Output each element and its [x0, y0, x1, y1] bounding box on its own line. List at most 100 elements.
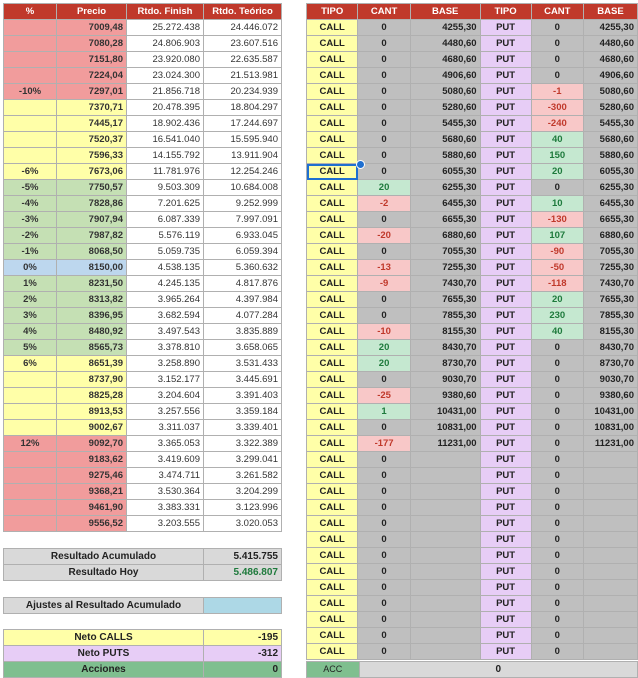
precio-cell[interactable]: 7445,17 [56, 115, 127, 132]
rtdo-teorico-cell[interactable]: 13.911.904 [203, 147, 282, 164]
call-cant-cell[interactable]: 0 [357, 611, 411, 628]
pct-cell[interactable] [3, 51, 57, 68]
call-base-cell[interactable] [409, 579, 481, 596]
put-cant-cell[interactable]: 0 [530, 35, 584, 52]
put-base-cell[interactable] [582, 611, 638, 628]
pct-cell[interactable] [3, 147, 57, 164]
call-cant-cell[interactable]: 0 [357, 643, 411, 660]
call-cant-cell[interactable]: 0 [357, 515, 411, 532]
pct-cell[interactable]: -4% [3, 195, 57, 212]
put-tipo-cell[interactable]: PUT [479, 579, 532, 596]
put-base-cell[interactable] [582, 627, 638, 644]
put-base-cell[interactable]: 11231,00 [582, 435, 638, 452]
put-base-cell[interactable] [582, 595, 638, 612]
neto-puts-value[interactable]: -312 [203, 645, 282, 662]
pct-cell[interactable]: -5% [3, 179, 57, 196]
put-cant-cell[interactable]: 0 [530, 339, 584, 356]
rtdo-finish-cell[interactable]: 6.087.339 [126, 211, 204, 228]
call-tipo-cell[interactable]: CALL [305, 243, 359, 260]
rtdo-teorico-cell[interactable]: 12.254.246 [203, 163, 282, 180]
put-tipo-cell[interactable]: PUT [479, 275, 532, 292]
precio-cell[interactable]: 7009,48 [56, 19, 127, 36]
put-cant-cell[interactable]: 0 [530, 67, 584, 84]
put-cant-cell[interactable]: 230 [530, 307, 584, 324]
rtdo-teorico-cell[interactable]: 3.261.582 [203, 467, 282, 484]
pct-cell[interactable] [3, 451, 57, 468]
put-base-cell[interactable]: 5280,60 [582, 99, 638, 116]
call-base-cell[interactable]: 8430,70 [409, 339, 481, 356]
put-cant-cell[interactable]: 0 [530, 563, 584, 580]
call-cant-cell[interactable]: 0 [357, 371, 411, 388]
put-cant-cell[interactable]: 0 [530, 627, 584, 644]
precio-cell[interactable]: 7673,06 [56, 163, 127, 180]
put-cant-cell[interactable]: 0 [530, 579, 584, 596]
rtdo-finish-cell[interactable]: 16.541.040 [126, 131, 204, 148]
call-base-cell[interactable]: 4680,60 [409, 51, 481, 68]
call-base-cell[interactable] [409, 595, 481, 612]
put-base-cell[interactable]: 5880,60 [582, 147, 638, 164]
pct-cell[interactable] [3, 19, 57, 36]
call-base-cell[interactable] [409, 563, 481, 580]
rtdo-teorico-cell[interactable]: 3.020.053 [203, 515, 282, 532]
call-tipo-cell[interactable]: CALL [305, 275, 359, 292]
precio-cell[interactable]: 8396,95 [56, 307, 127, 324]
put-tipo-cell[interactable]: PUT [479, 211, 532, 228]
pct-cell[interactable] [3, 515, 57, 532]
put-tipo-cell[interactable]: PUT [479, 163, 532, 180]
call-tipo-cell[interactable]: CALL [305, 307, 359, 324]
call-cant-cell[interactable]: 0 [357, 99, 411, 116]
call-tipo-cell[interactable]: CALL [305, 83, 359, 100]
precio-cell[interactable]: 9092,70 [56, 435, 127, 452]
pct-cell[interactable]: -3% [3, 211, 57, 228]
put-tipo-cell[interactable]: PUT [479, 19, 532, 36]
rtdo-teorico-cell[interactable]: 4.817.876 [203, 275, 282, 292]
call-base-cell[interactable]: 7430,70 [409, 275, 481, 292]
rtdo-finish-cell[interactable]: 11.781.976 [126, 163, 204, 180]
put-tipo-cell[interactable]: PUT [479, 339, 532, 356]
pct-cell[interactable]: 4% [3, 323, 57, 340]
call-tipo-cell[interactable]: CALL [305, 227, 359, 244]
pct-cell[interactable]: -1% [3, 243, 57, 260]
rtdo-teorico-cell[interactable]: 4.077.284 [203, 307, 282, 324]
put-base-cell[interactable] [582, 563, 638, 580]
rtdo-finish-cell[interactable]: 7.201.625 [126, 195, 204, 212]
put-base-cell[interactable]: 4906,60 [582, 67, 638, 84]
put-tipo-cell[interactable]: PUT [479, 643, 532, 660]
put-base-cell[interactable] [582, 531, 638, 548]
call-base-cell[interactable]: 7655,30 [409, 291, 481, 308]
precio-cell[interactable]: 7151,80 [56, 51, 127, 68]
rtdo-teorico-cell[interactable]: 3.658.065 [203, 339, 282, 356]
pct-cell[interactable] [3, 371, 57, 388]
call-cant-cell[interactable]: 0 [357, 579, 411, 596]
precio-cell[interactable]: 8231,50 [56, 275, 127, 292]
rtdo-finish-cell[interactable]: 14.155.792 [126, 147, 204, 164]
precio-cell[interactable]: 9183,62 [56, 451, 127, 468]
precio-cell[interactable]: 9461,90 [56, 499, 127, 516]
precio-cell[interactable]: 8737,90 [56, 371, 127, 388]
call-cant-cell[interactable]: 0 [357, 131, 411, 148]
call-base-cell[interactable]: 5680,60 [409, 131, 481, 148]
call-base-cell[interactable]: 7255,30 [409, 259, 481, 276]
call-tipo-cell[interactable]: CALL [305, 195, 359, 212]
put-base-cell[interactable] [582, 579, 638, 596]
precio-cell[interactable]: 7750,57 [56, 179, 127, 196]
put-cant-cell[interactable]: 0 [530, 531, 584, 548]
rtdo-finish-cell[interactable]: 20.478.395 [126, 99, 204, 116]
put-base-cell[interactable]: 5680,60 [582, 131, 638, 148]
rtdo-teorico-cell[interactable]: 3.299.041 [203, 451, 282, 468]
put-cant-cell[interactable]: -1 [530, 83, 584, 100]
put-cant-cell[interactable]: 0 [530, 451, 584, 468]
put-base-cell[interactable] [582, 547, 638, 564]
put-base-cell[interactable]: 6655,30 [582, 211, 638, 228]
put-base-cell[interactable]: 9380,60 [582, 387, 638, 404]
put-tipo-cell[interactable]: PUT [479, 323, 532, 340]
call-cant-cell[interactable]: 0 [357, 83, 411, 100]
put-base-cell[interactable] [582, 643, 638, 660]
call-cant-cell[interactable]: 20 [357, 339, 411, 356]
rtdo-teorico-cell[interactable]: 17.244.697 [203, 115, 282, 132]
call-tipo-cell[interactable]: CALL [305, 147, 359, 164]
rtdo-finish-cell[interactable]: 3.203.555 [126, 515, 204, 532]
put-tipo-cell[interactable]: PUT [479, 147, 532, 164]
precio-cell[interactable]: 7828,86 [56, 195, 127, 212]
call-cant-cell[interactable]: 0 [357, 563, 411, 580]
